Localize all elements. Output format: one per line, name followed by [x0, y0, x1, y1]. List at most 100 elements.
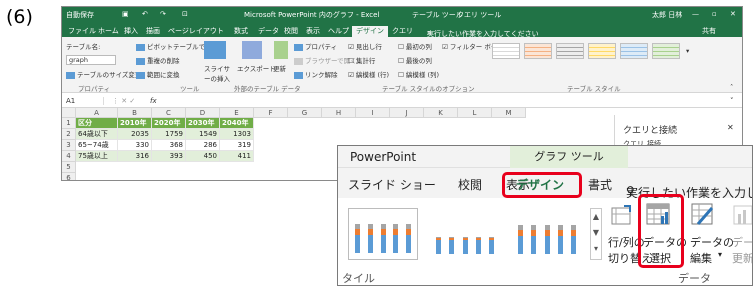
tab-query[interactable]: クエリ: [392, 26, 413, 36]
table-header-cell[interactable]: 2030年: [186, 118, 220, 129]
row-header[interactable]: 3: [62, 140, 76, 151]
edit-data-label-1[interactable]: データの: [690, 234, 734, 250]
edit-data-label-2[interactable]: 編集: [690, 250, 712, 266]
styles-more-icon[interactable]: ▾: [686, 47, 689, 55]
table-cell[interactable]: 286: [186, 140, 220, 151]
undo-icon[interactable]: ↶: [142, 10, 148, 18]
properties-button[interactable]: プロパティ: [294, 41, 337, 51]
style-scroll-control[interactable]: ▲ ▼ ▾: [590, 208, 602, 260]
table-cell[interactable]: 393: [152, 151, 186, 162]
restore-icon[interactable]: ▫: [712, 10, 717, 18]
table-cell[interactable]: 450: [186, 151, 220, 162]
unlink-button[interactable]: リンク解除: [294, 69, 338, 79]
table-name-input[interactable]: graph: [66, 55, 116, 65]
fx-label[interactable]: fx: [150, 97, 157, 105]
minimize-icon[interactable]: —: [692, 10, 699, 18]
refresh-data-label-1[interactable]: データの: [732, 234, 752, 250]
tab-home[interactable]: ホーム: [98, 26, 119, 36]
table-cell[interactable]: 330: [118, 140, 152, 151]
user-name[interactable]: 太郎 日林: [652, 10, 682, 20]
resize-table-button[interactable]: テーブルのサイズ変更: [66, 69, 141, 79]
column-header[interactable]: G: [288, 108, 322, 118]
table-cell[interactable]: 316: [118, 151, 152, 162]
table-header-cell[interactable]: 区分: [76, 118, 118, 129]
convert-range-button[interactable]: 範囲に変換: [136, 69, 180, 79]
column-header[interactable]: J: [390, 108, 424, 118]
column-header[interactable]: I: [356, 108, 390, 118]
table-cell[interactable]: 75歳以上: [76, 151, 118, 162]
collapse-ribbon-icon[interactable]: ˄: [730, 83, 733, 91]
table-cell[interactable]: 2035: [118, 129, 152, 140]
table-header-cell[interactable]: 2040年: [220, 118, 254, 129]
table-style-swatch[interactable]: [652, 43, 680, 59]
option-last-column[interactable]: ☐ 最後の列: [398, 55, 432, 65]
tab-page-layout[interactable]: ページレイアウト: [168, 26, 224, 36]
option-total-row[interactable]: ☐ 集計行: [348, 55, 375, 65]
column-header[interactable]: F: [254, 108, 288, 118]
column-header[interactable]: A: [76, 108, 118, 118]
name-box[interactable]: A1: [66, 97, 104, 105]
table-style-swatch[interactable]: [620, 43, 648, 59]
table-cell[interactable]: 65~74歳: [76, 140, 118, 151]
row-header[interactable]: 4: [62, 151, 76, 162]
option-banded-rows[interactable]: ☑ 縞模様 (行): [348, 69, 389, 79]
tab-insert[interactable]: 挿入: [124, 26, 138, 36]
share-button[interactable]: 共有: [702, 26, 716, 36]
table-cell[interactable]: 1759: [152, 129, 186, 140]
pane-close-icon[interactable]: ✕: [727, 123, 734, 132]
redo-icon[interactable]: ↷: [160, 10, 166, 18]
table-style-swatch[interactable]: [588, 43, 616, 59]
column-header[interactable]: D: [186, 108, 220, 118]
tab-view[interactable]: 表示: [306, 26, 320, 36]
table-header-cell[interactable]: 2010年: [118, 118, 152, 129]
remove-duplicates-button[interactable]: 重複の削除: [136, 55, 180, 65]
row-header[interactable]: 6: [62, 173, 76, 180]
chart-style-thumbnail[interactable]: [512, 208, 582, 260]
option-first-column[interactable]: ☐ 最初の列: [398, 41, 432, 51]
tab-file[interactable]: ファイル: [68, 26, 96, 36]
table-cell[interactable]: 1303: [220, 129, 254, 140]
column-header[interactable]: B: [118, 108, 152, 118]
tab-review[interactable]: 校閲: [458, 176, 482, 193]
tab-formulas[interactable]: 数式: [234, 26, 248, 36]
option-banded-columns[interactable]: ☐ 縞模様 (列): [398, 69, 439, 79]
expand-formula-icon[interactable]: ˅: [730, 97, 734, 105]
table-style-swatch[interactable]: [524, 43, 552, 59]
table-cell[interactable]: 368: [152, 140, 186, 151]
column-header[interactable]: C: [152, 108, 186, 118]
row-header[interactable]: 5: [62, 162, 76, 173]
table-cell[interactable]: 411: [220, 151, 254, 162]
chart-style-thumbnail[interactable]: [430, 208, 500, 260]
column-header[interactable]: L: [458, 108, 492, 118]
refresh-button[interactable]: 更新: [273, 63, 286, 73]
close-icon[interactable]: ✕: [730, 10, 736, 18]
table-style-swatch[interactable]: [556, 43, 584, 59]
refresh-data-label-2[interactable]: 更新: [732, 250, 752, 266]
table-cell[interactable]: 64歳以下: [76, 129, 118, 140]
row-header[interactable]: 1: [62, 118, 76, 129]
tab-design[interactable]: デザイン: [352, 26, 388, 37]
autosave-label[interactable]: 自動保存: [66, 10, 94, 20]
tab-help[interactable]: ヘルプ: [328, 26, 349, 36]
row-header[interactable]: 2: [62, 129, 76, 140]
select-all-corner[interactable]: [62, 108, 76, 118]
tab-review[interactable]: 校閲: [284, 26, 298, 36]
tab-draw[interactable]: 描画: [146, 26, 160, 36]
tab-slideshow[interactable]: スライド ショー: [348, 176, 436, 193]
export-button[interactable]: エクスポート: [237, 63, 276, 73]
column-header[interactable]: H: [322, 108, 356, 118]
table-header-cell[interactable]: 2020年: [152, 118, 186, 129]
save-icon[interactable]: ▣: [122, 10, 129, 18]
edit-data-dropdown-icon[interactable]: ▾: [718, 250, 722, 259]
column-header[interactable]: M: [492, 108, 526, 118]
tab-data[interactable]: データ: [258, 26, 279, 36]
table-cell[interactable]: 1549: [186, 129, 220, 140]
column-header[interactable]: K: [424, 108, 458, 118]
table-style-swatch[interactable]: [492, 43, 520, 59]
table-cell[interactable]: 319: [220, 140, 254, 151]
option-header-row[interactable]: ☑ 見出し行: [348, 41, 382, 51]
tab-format[interactable]: 書式: [588, 176, 612, 193]
customize-icon[interactable]: ⊡: [182, 10, 188, 18]
chart-style-thumbnail[interactable]: [348, 208, 418, 260]
column-header[interactable]: E: [220, 108, 254, 118]
